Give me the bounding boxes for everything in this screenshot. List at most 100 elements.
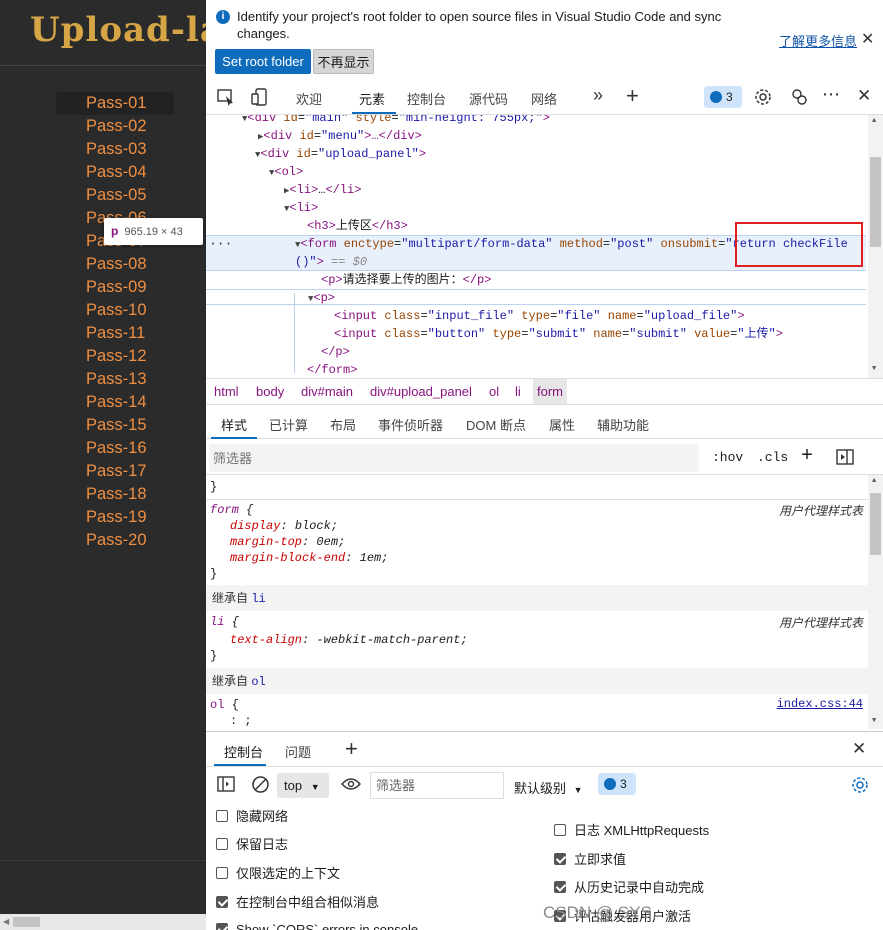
console-filter-input[interactable]: 筛选器	[370, 772, 504, 799]
console-settings-gear-icon[interactable]	[850, 775, 870, 795]
scroll-up-arrow-icon[interactable]: ▲	[872, 477, 876, 485]
dont-show-again-button[interactable]: 不再显示	[313, 49, 374, 74]
toggle-sidebar-icon[interactable]	[836, 449, 854, 465]
pass-link[interactable]: Pass-10	[56, 299, 174, 322]
dom-node-form-continued[interactable]: ()"> == $0	[295, 253, 367, 271]
pass-link[interactable]: Pass-15	[56, 414, 174, 437]
pass-link[interactable]: Pass-18	[56, 483, 174, 506]
tab-network[interactable]: 网络	[531, 89, 557, 108]
scroll-left-arrow-icon[interactable]: ◀	[3, 917, 9, 926]
checkbox-box[interactable]	[216, 810, 228, 822]
checkbox-box[interactable]	[216, 867, 228, 879]
dom-node-ol[interactable]: ▼<ol>	[269, 163, 303, 181]
more-options-icon[interactable]: ⋯	[822, 84, 840, 105]
close-drawer-icon[interactable]: ✕	[852, 739, 866, 759]
scroll-up-arrow-icon[interactable]: ▲	[872, 117, 876, 125]
tab-sources[interactable]: 源代码	[469, 89, 508, 108]
dom-node-div-main[interactable]: ▼<div id="main" style="min-height: 755px…	[242, 115, 550, 127]
dom-node-p-prompt[interactable]: <p>请选择要上传的图片：</p>	[321, 271, 491, 289]
hide-network-checkbox[interactable]: 隐藏网络	[216, 808, 288, 826]
pass-link[interactable]: Pass-17	[56, 460, 174, 483]
dom-node-div-upload-panel[interactable]: ▼<div id="upload_panel">	[255, 145, 426, 163]
dom-node-li[interactable]: ▼<li>	[284, 199, 318, 217]
breadcrumb-item[interactable]: li	[515, 379, 521, 404]
tab-console[interactable]: 控制台	[407, 89, 446, 108]
rule-li-selector[interactable]: li {	[210, 614, 239, 630]
styles-filter-input[interactable]	[209, 444, 699, 472]
more-tabs-icon[interactable]: »	[593, 85, 603, 106]
checkbox-box-checked[interactable]	[216, 896, 228, 908]
pass-link[interactable]: Pass-14	[56, 391, 174, 414]
log-xhr-checkbox[interactable]: 日志 XMLHttpRequests	[554, 822, 709, 840]
scrollbar-thumb[interactable]	[13, 917, 40, 927]
breadcrumb-item[interactable]: html	[214, 379, 239, 404]
horizontal-scrollbar[interactable]: ◀	[0, 914, 206, 930]
new-style-rule-icon[interactable]: +	[801, 445, 813, 468]
scrollbar-thumb[interactable]	[870, 493, 881, 555]
checkbox-box[interactable]	[554, 824, 566, 836]
pass-link[interactable]: Pass-09	[56, 276, 174, 299]
pass-link[interactable]: Pass-08	[56, 253, 174, 276]
tab-dom-breakpoints[interactable]: DOM 断点	[466, 415, 526, 434]
tab-welcome[interactable]: 欢迎	[296, 89, 322, 108]
eager-evaluation-checkbox[interactable]: 立即求值	[554, 851, 626, 869]
dom-node-li-collapsed[interactable]: ▶<li>…</li>	[284, 181, 361, 199]
learn-more-link[interactable]: 了解更多信息	[779, 31, 857, 50]
dom-node-p-close[interactable]: </p>	[321, 343, 350, 361]
settings-gear-icon[interactable]	[753, 87, 773, 107]
breadcrumb-item[interactable]: div#main	[301, 379, 353, 404]
autocomplete-history-checkbox[interactable]: 从历史记录中自动完成	[554, 879, 704, 897]
add-tab-icon[interactable]: +	[626, 83, 639, 109]
device-emulation-icon[interactable]	[250, 87, 270, 107]
set-root-folder-button[interactable]: Set root folder	[215, 49, 311, 74]
pass-link[interactable]: Pass-16	[56, 437, 174, 460]
tab-layout[interactable]: 布局	[330, 415, 356, 434]
customize-icon[interactable]	[789, 87, 809, 107]
breadcrumb-item-active[interactable]: form	[533, 379, 567, 404]
console-issues-badge[interactable]: 3	[598, 773, 636, 795]
hover-state-toggle[interactable]: :hov	[712, 450, 743, 465]
checkbox-box[interactable]	[216, 838, 228, 850]
breadcrumb-item[interactable]: body	[256, 379, 284, 404]
scroll-down-arrow-icon[interactable]: ▼	[872, 717, 876, 725]
tab-styles[interactable]: 样式	[221, 415, 247, 434]
tab-properties[interactable]: 属性	[549, 415, 575, 434]
pass-link[interactable]: Pass-02	[56, 115, 174, 138]
rule-form-selector[interactable]: form {	[210, 502, 253, 518]
style-property[interactable]: text-align: -webkit-match-parent;	[230, 632, 468, 648]
scroll-down-arrow-icon[interactable]: ▼	[872, 365, 876, 373]
banner-close-icon[interactable]: ✕	[861, 29, 874, 49]
context-selector[interactable]: top ▼	[277, 773, 329, 798]
checkbox-box-checked[interactable]	[216, 923, 228, 930]
drawer-tab-console[interactable]: 控制台	[224, 742, 263, 761]
log-level-dropdown[interactable]: 默认级别 ▼	[514, 778, 583, 797]
style-property[interactable]: margin-top: 0em;	[230, 534, 345, 550]
dom-node-p[interactable]: ▼<p>	[308, 289, 335, 307]
style-property[interactable]: margin-block-end: 1em;	[230, 550, 388, 566]
node-actions-icon[interactable]: ···	[209, 236, 232, 251]
preserve-log-checkbox[interactable]: 保留日志	[216, 836, 288, 854]
drawer-tab-issues[interactable]: 问题	[285, 742, 311, 761]
pass-link[interactable]: Pass-05	[56, 184, 174, 207]
selected-context-only-checkbox[interactable]: 仅限选定的上下文	[216, 865, 340, 883]
dom-node-input-submit[interactable]: <input class="button" type="submit" name…	[334, 325, 783, 343]
show-cors-errors-checkbox[interactable]: Show `CORS` errors in console	[216, 921, 418, 930]
inspect-element-icon[interactable]	[216, 87, 236, 107]
checkbox-box-checked[interactable]	[554, 881, 566, 893]
tab-elements[interactable]: 元素	[359, 89, 385, 108]
pass-link[interactable]: Pass-04	[56, 161, 174, 184]
tab-computed[interactable]: 已计算	[269, 415, 308, 434]
pass-link[interactable]: Pass-13	[56, 368, 174, 391]
breadcrumb-item[interactable]: div#upload_panel	[370, 379, 472, 404]
console-sidebar-icon[interactable]	[217, 776, 235, 792]
class-toggle[interactable]: .cls	[757, 450, 788, 465]
close-devtools-icon[interactable]: ✕	[857, 86, 871, 106]
pass-link[interactable]: Pass-11	[56, 322, 174, 345]
styles-scrollbar[interactable]: ▲ ▼	[868, 475, 883, 729]
pass-link[interactable]: Pass-01	[56, 92, 174, 115]
tab-accessibility[interactable]: 辅助功能	[597, 415, 649, 434]
style-property[interactable]: display: block;	[230, 518, 338, 534]
scrollbar-thumb[interactable]	[870, 157, 881, 247]
checkbox-box-checked[interactable]	[554, 853, 566, 865]
pass-link[interactable]: Pass-20	[56, 529, 174, 552]
